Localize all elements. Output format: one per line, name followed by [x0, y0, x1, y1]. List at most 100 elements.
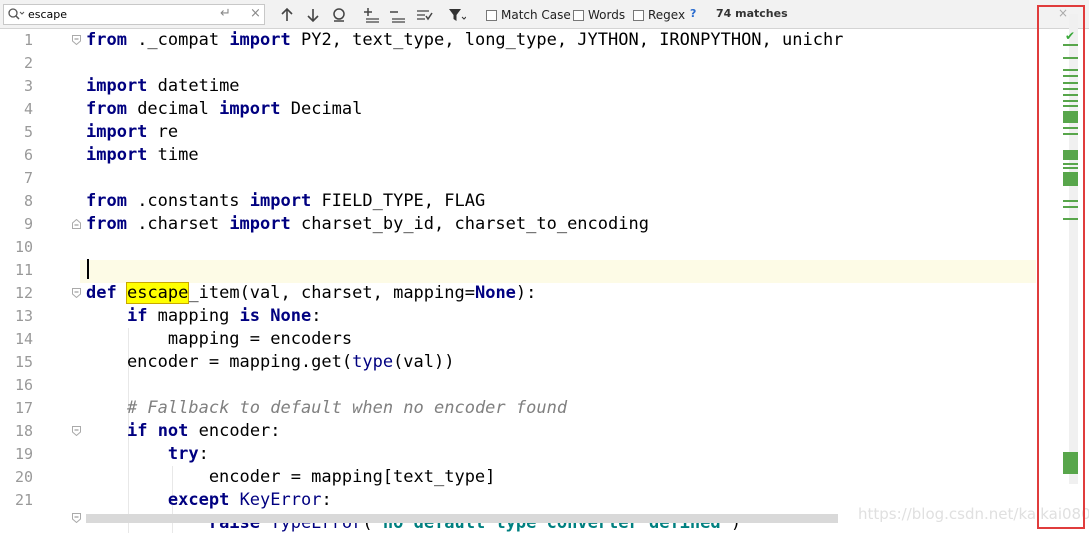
search-query[interactable]: escape: [28, 8, 67, 21]
check-icon: ✔: [1065, 29, 1076, 43]
match-marker[interactable]: [1063, 88, 1078, 90]
line-number: 4: [23, 100, 33, 118]
match-marker[interactable]: [1063, 172, 1078, 186]
find-all-icon: [333, 8, 345, 22]
clear-icon[interactable]: ×: [250, 6, 261, 21]
words-checkbox[interactable]: Words: [573, 6, 625, 24]
match-marker[interactable]: [1063, 75, 1078, 77]
checkbox-box[interactable]: [633, 9, 644, 21]
match-marker[interactable]: [1063, 452, 1078, 474]
match-marker[interactable]: [1063, 218, 1078, 220]
line-number: 17: [14, 399, 33, 417]
match-marker[interactable]: [1063, 57, 1078, 59]
code-line-12: def escape_item(val, charset, mapping=No…: [86, 282, 537, 304]
match-count: 74 matches: [716, 7, 788, 20]
code-line-20: encoder = mapping[text_type]: [86, 467, 496, 487]
add-selection-button[interactable]: [362, 5, 382, 25]
code-line-9: from .charset import charset_by_id, char…: [86, 214, 649, 234]
line-number: 20: [14, 468, 33, 486]
line-number: 2: [23, 54, 33, 72]
match-marker[interactable]: [1063, 94, 1078, 96]
find-toolbar: escape ↵ × Match Case Words Regex ? 74 m…: [0, 0, 1089, 29]
code-line-8: from .constants import FIELD_TYPE, FLAG: [86, 191, 486, 211]
match-marker[interactable]: [1063, 69, 1078, 71]
code-line-6: import time: [86, 145, 199, 165]
match-marker[interactable]: [1063, 127, 1078, 129]
line-number: 16: [14, 376, 33, 394]
select-all-occurrences-button[interactable]: [414, 5, 434, 25]
line-number: 8: [23, 192, 33, 210]
find-all-button[interactable]: [329, 5, 349, 25]
code-line-1: from ._compat import PY2, text_type, lon…: [86, 30, 844, 50]
code-line-14: mapping = encoders: [86, 329, 353, 349]
vertical-scrollbar-thumb[interactable]: [1069, 14, 1078, 484]
fold-icon[interactable]: [72, 426, 81, 436]
match-case-checkbox[interactable]: Match Case: [486, 6, 571, 24]
code-editor[interactable]: 1 2 3 4 5 6 7 8 9 10 11 12 13 14 15 16 1…: [0, 29, 1089, 533]
line-number: 15: [14, 353, 33, 371]
close-find-icon[interactable]: ×: [1058, 6, 1068, 20]
line-number: 1: [23, 31, 33, 49]
match-marker[interactable]: [1063, 163, 1078, 165]
checkbox-box[interactable]: [486, 9, 497, 21]
add-selection-icon: [364, 8, 379, 23]
code-line-4: from decimal import Decimal: [86, 99, 363, 119]
fold-icon[interactable]: [72, 219, 81, 229]
code-line-5: import re: [86, 122, 179, 142]
watermark-text: https://blog.csdn.net/kaikai0803: [858, 505, 1089, 523]
words-label: Words: [588, 8, 626, 22]
match-marker[interactable]: [1063, 82, 1078, 84]
code-line-17: # Fallback to default when no encoder fo…: [126, 398, 568, 418]
code-line-21: except KeyError:: [167, 490, 332, 510]
line-number: 3: [23, 77, 33, 95]
match-marker[interactable]: [1063, 105, 1078, 107]
line-number: 7: [23, 169, 33, 187]
search-icon[interactable]: [7, 7, 25, 23]
match-marker[interactable]: [1063, 133, 1078, 135]
remove-selection-button[interactable]: [388, 5, 408, 25]
regex-help-link[interactable]: ?: [690, 7, 696, 20]
fold-icon[interactable]: [72, 35, 81, 45]
filter-button[interactable]: [447, 5, 467, 25]
fold-icon[interactable]: [72, 288, 81, 298]
line-number: 13: [14, 307, 33, 325]
line-number: 21: [14, 491, 33, 509]
match-marker[interactable]: [1063, 150, 1078, 160]
line-number: 19: [14, 445, 33, 463]
search-input[interactable]: escape ↵ ×: [3, 4, 265, 25]
code-line-13: if mapping is None:: [126, 306, 322, 326]
match-marker[interactable]: [1063, 100, 1078, 102]
code-line-15: encoder = mapping.get(type(val)): [86, 352, 455, 372]
match-marker[interactable]: [1063, 206, 1078, 208]
code-line-3: import datetime: [86, 76, 240, 96]
line-number: 11: [14, 261, 33, 279]
line-number-gutter[interactable]: 1 2 3 4 5 6 7 8 9 10 11 12 13 14 15 16 1…: [0, 29, 81, 533]
checkbox-box[interactable]: [573, 9, 584, 21]
line-number: 18: [14, 422, 33, 440]
match-marker[interactable]: [1063, 167, 1078, 169]
next-occurrence-icon: [307, 9, 319, 23]
prev-occurrence-icon: [281, 7, 293, 21]
line-number: 10: [14, 238, 33, 256]
prev-occurrence-button[interactable]: [277, 5, 297, 25]
line-number: 14: [14, 330, 33, 348]
line-number: 5: [23, 123, 33, 141]
line-number: 6: [23, 146, 33, 164]
fold-icon[interactable]: [72, 513, 81, 523]
code-area[interactable]: from ._compat import PY2, text_type, lon…: [86, 29, 1036, 533]
line-number: 12: [14, 284, 33, 302]
filter-icon: [449, 9, 466, 21]
match-marker[interactable]: [1063, 44, 1078, 46]
regex-label: Regex: [648, 8, 686, 22]
next-occurrence-button[interactable]: [303, 5, 323, 25]
match-case-label: Match Case: [501, 8, 571, 22]
match-marker[interactable]: [1063, 111, 1078, 123]
line-number: 9: [23, 215, 33, 233]
enter-icon[interactable]: ↵: [220, 6, 231, 21]
match-marker[interactable]: [1063, 200, 1078, 202]
horizontal-scrollbar[interactable]: [86, 514, 838, 523]
remove-selection-icon: [390, 11, 405, 23]
code-line-18: if not encoder:: [126, 421, 281, 441]
regex-checkbox[interactable]: Regex: [633, 6, 685, 24]
search-match-highlight: escape: [125, 282, 190, 304]
